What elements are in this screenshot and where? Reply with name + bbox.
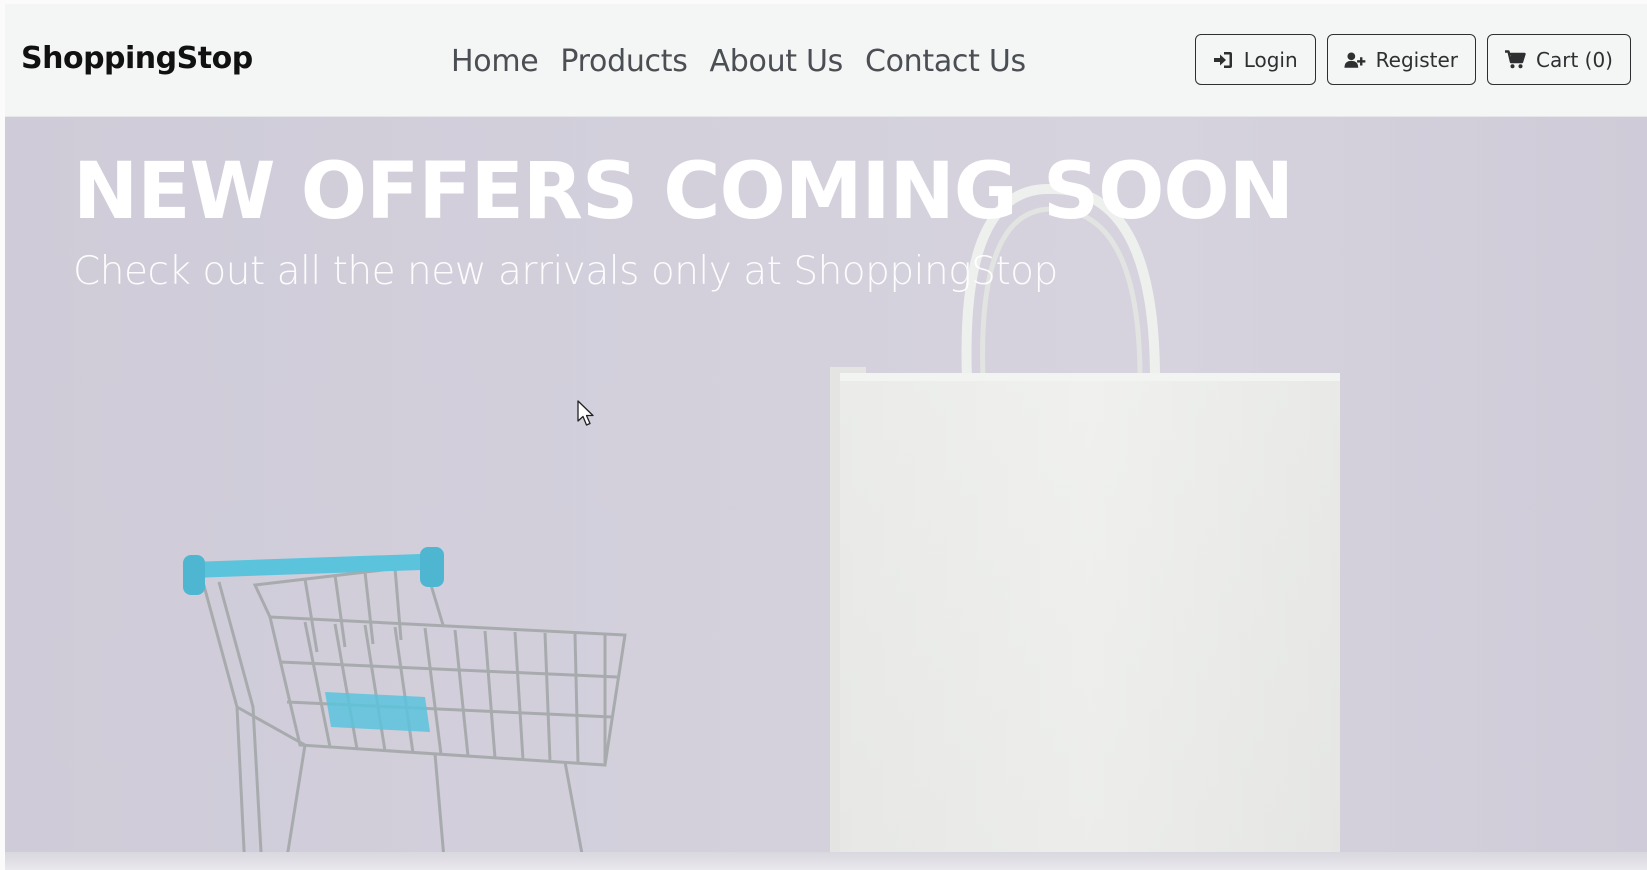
nav-link-contact-us[interactable]: Contact Us	[865, 44, 1026, 79]
navbar: ShoppingStop Home Products About Us Cont…	[5, 4, 1647, 117]
hero-floor	[5, 852, 1647, 870]
cart-button[interactable]: Cart (0)	[1487, 34, 1631, 85]
nav-actions: Login Register Cart (0)	[1194, 34, 1631, 85]
shopping-cart-icon	[1504, 49, 1526, 71]
nav-link-products[interactable]: Products	[560, 44, 687, 79]
login-label: Login	[1243, 47, 1298, 72]
mouse-cursor-icon	[577, 400, 594, 426]
register-button[interactable]: Register	[1326, 34, 1477, 85]
hero-title: NEW OFFERS COMING SOON	[73, 147, 1294, 237]
nav-link-about-us[interactable]: About Us	[710, 44, 844, 79]
nav-link-home[interactable]: Home	[451, 44, 539, 79]
hero-banner: NEW OFFERS COMING SOON Check out all the…	[5, 117, 1647, 870]
login-button[interactable]: Login	[1194, 34, 1316, 85]
browser-viewport: ShoppingStop Home Products About Us Cont…	[0, 0, 1647, 870]
register-label: Register	[1375, 47, 1459, 72]
user-plus-icon	[1344, 49, 1366, 71]
hero-subtitle: Check out all the new arrivals only at S…	[73, 249, 1058, 294]
nav-links: Home Products About Us Contact Us	[451, 44, 1048, 79]
cart-label: Cart (0)	[1536, 47, 1613, 72]
sign-in-icon	[1212, 49, 1234, 71]
brand-logo[interactable]: ShoppingStop	[21, 41, 253, 76]
